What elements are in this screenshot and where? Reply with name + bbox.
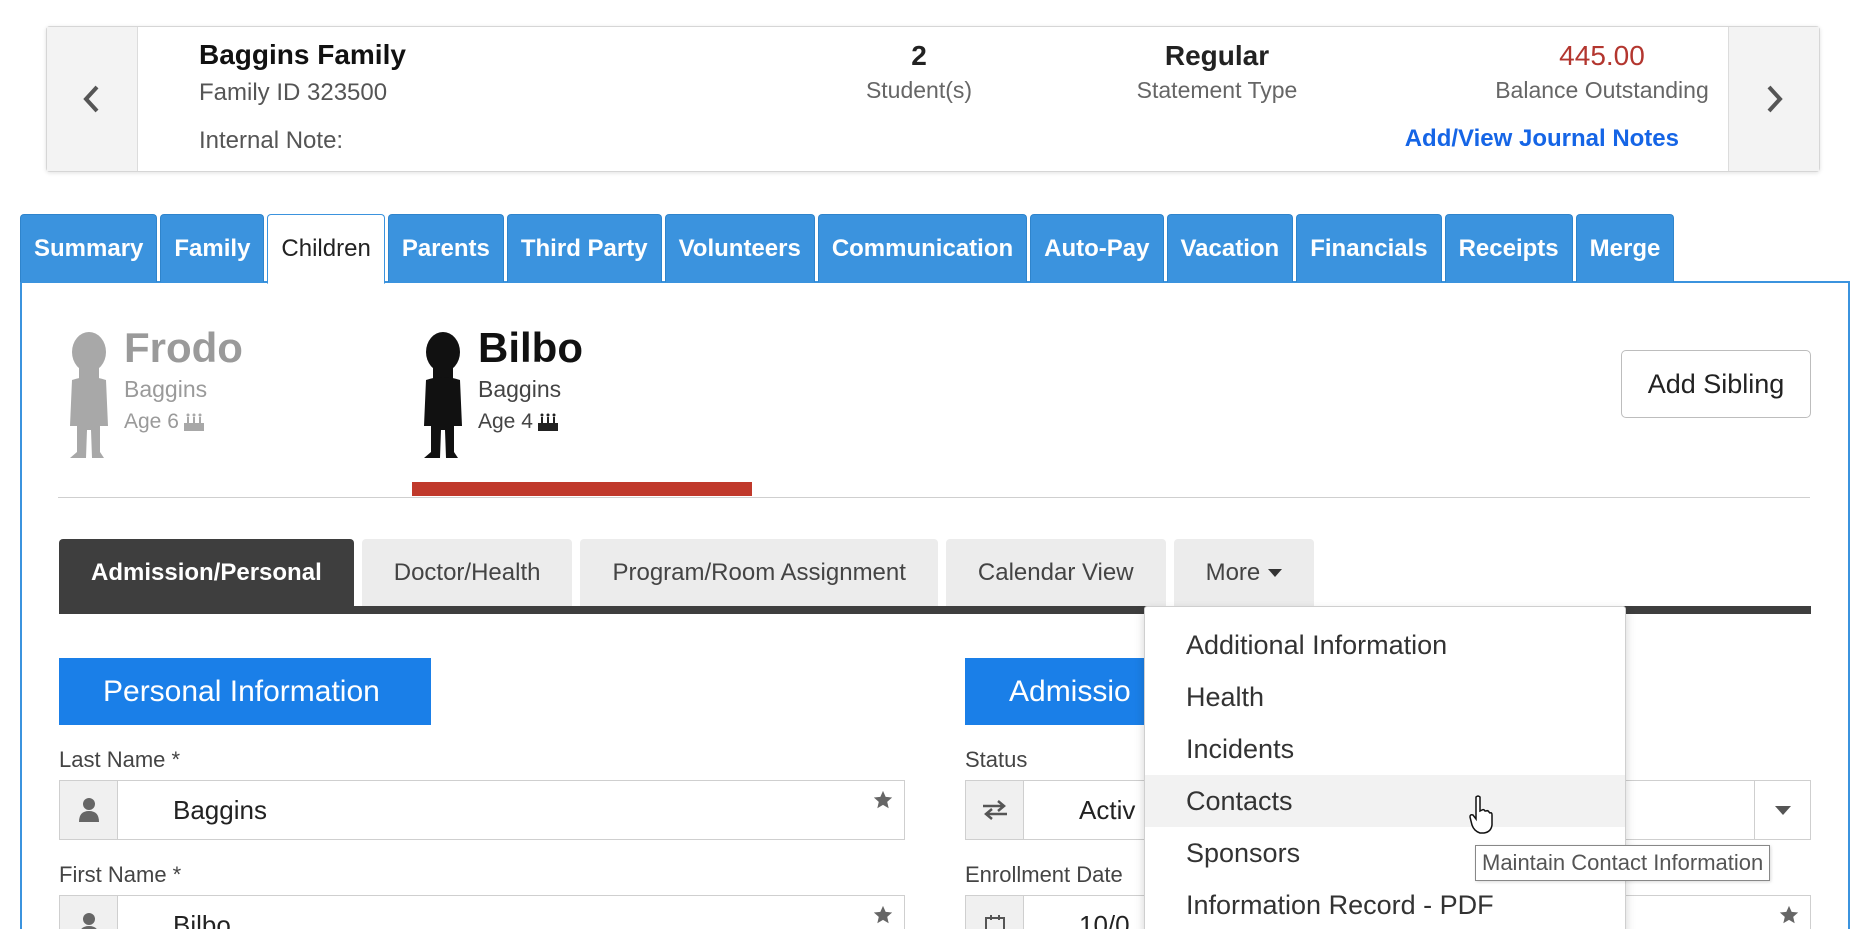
first-name-value: Bilbo — [173, 909, 231, 929]
status-label: Status — [965, 747, 1028, 772]
birthday-cake-icon — [183, 413, 204, 431]
students-label: Student(s) — [865, 77, 973, 103]
tab-auto-pay[interactable]: Auto-Pay — [1030, 214, 1164, 282]
star-icon[interactable] — [872, 904, 894, 926]
statement-type-label: Statement Type — [1136, 77, 1298, 103]
tab-financials[interactable]: Financials — [1296, 214, 1442, 282]
statement-type-stat: Regular Statement Type — [1107, 39, 1327, 104]
contacts-tooltip: Maintain Contact Information — [1475, 845, 1771, 881]
admission-header: Admissio — [965, 658, 1165, 725]
students-count: 2 — [911, 40, 927, 71]
tab-parents[interactable]: Parents — [387, 214, 504, 282]
subtab-program-room[interactable]: Program/Room Assignment — [580, 539, 938, 607]
selected-child-indicator — [412, 482, 752, 496]
children-divider — [58, 497, 1810, 498]
internal-note-label: Internal Note: — [199, 127, 344, 154]
hand-pointer-icon — [1469, 795, 1493, 834]
personal-information-header: Personal Information — [59, 658, 431, 725]
family-name: Baggins Family — [199, 39, 406, 70]
child-silhouette-icon — [70, 332, 108, 458]
calendar-icon — [966, 896, 1024, 929]
child-age: Age 6 — [124, 410, 206, 434]
chevron-right-icon — [1767, 85, 1783, 113]
next-family-button[interactable] — [1728, 27, 1819, 171]
chevron-left-icon — [83, 85, 99, 113]
subtab-more[interactable]: More — [1173, 539, 1315, 607]
child-last-name: Baggins — [478, 376, 562, 402]
balance-stat: 445.00 Balance Outstanding — [1447, 39, 1757, 104]
last-name-label: Last Name * — [59, 747, 181, 772]
balance-label: Balance Outstanding — [1495, 77, 1709, 103]
balance-value: 445.00 — [1559, 40, 1645, 71]
last-name-value: Baggins — [173, 794, 267, 825]
previous-family-button[interactable] — [47, 27, 138, 171]
child-silhouette-icon — [424, 332, 462, 458]
menu-item-incidents[interactable]: Incidents — [1145, 723, 1625, 775]
child-subtabs: Admission/Personal Doctor/Health Program… — [59, 539, 1315, 607]
caret-down-icon — [1268, 569, 1283, 577]
family-id: Family ID 323500 — [199, 79, 388, 106]
menu-item-health[interactable]: Health — [1145, 671, 1625, 723]
family-summary-card: Baggins Family Family ID 323500 Internal… — [46, 26, 1820, 172]
enrollment-date-label: Enrollment Date — [965, 862, 1123, 887]
exchange-icon — [966, 781, 1024, 839]
menu-item-contacts[interactable]: Contacts — [1145, 775, 1625, 827]
tab-merge[interactable]: Merge — [1575, 214, 1675, 282]
main-tabs: Summary Family Children Parents Third Pa… — [20, 214, 1675, 284]
last-name-field[interactable]: Baggins — [59, 780, 905, 840]
statement-type-value: Regular — [1164, 40, 1270, 71]
tab-communication[interactable]: Communication — [817, 214, 1028, 282]
child-age-text: Age 6 — [124, 410, 179, 433]
status-dropdown-toggle[interactable] — [1754, 781, 1810, 839]
child-age-text: Age 4 — [478, 410, 533, 433]
birthday-cake-icon — [537, 413, 558, 431]
menu-item-information-record-pdf[interactable]: Information Record - PDF — [1145, 879, 1625, 929]
child-first-name: Bilbo — [478, 324, 583, 371]
tab-receipts[interactable]: Receipts — [1444, 214, 1573, 282]
first-name-field[interactable]: Bilbo — [59, 895, 905, 929]
add-sibling-button[interactable]: Add Sibling — [1621, 350, 1811, 418]
star-icon[interactable] — [872, 789, 894, 811]
child-age: Age 4 — [478, 410, 560, 434]
first-name-label: First Name * — [59, 862, 182, 887]
subtab-admission-personal[interactable]: Admission/Personal — [59, 539, 354, 607]
menu-item-additional-information[interactable]: Additional Information — [1145, 619, 1625, 671]
user-icon — [60, 896, 118, 929]
child-last-name: Baggins — [124, 376, 208, 402]
tab-children[interactable]: Children — [267, 214, 385, 284]
subtab-calendar-view[interactable]: Calendar View — [945, 539, 1166, 607]
star-icon[interactable] — [1778, 904, 1800, 926]
tab-vacation[interactable]: Vacation — [1166, 214, 1294, 282]
subtab-doctor-health[interactable]: Doctor/Health — [361, 539, 573, 607]
tab-third-party[interactable]: Third Party — [506, 214, 662, 282]
subtab-more-label: More — [1205, 559, 1261, 586]
tab-summary[interactable]: Summary — [20, 214, 158, 282]
child-first-name: Frodo — [124, 324, 243, 371]
tab-family[interactable]: Family — [160, 214, 265, 282]
user-icon — [60, 781, 118, 839]
journal-notes-link[interactable]: Add/View Journal Notes — [1405, 125, 1679, 153]
students-stat: 2 Student(s) — [819, 39, 1019, 104]
tab-volunteers[interactable]: Volunteers — [664, 214, 815, 282]
caret-down-icon — [1774, 805, 1791, 815]
